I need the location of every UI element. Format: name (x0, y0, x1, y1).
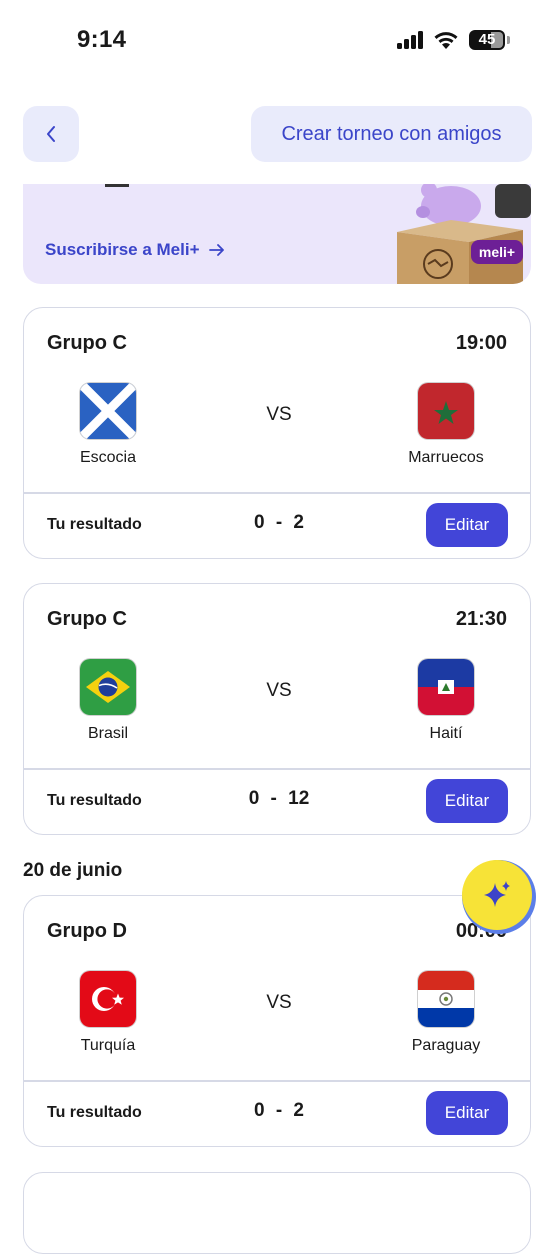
signal-icon (397, 31, 425, 49)
edit-prediction-button[interactable]: Editar (426, 503, 508, 547)
predicted-score: 0 - 12 (248, 788, 310, 809)
arrow-right-icon (208, 244, 224, 256)
haiti-flag-icon (418, 659, 474, 715)
promo-clipped-text (105, 184, 129, 187)
morocco-flag-icon (418, 383, 474, 439)
subscribe-meli-plus-link[interactable]: Suscribirse a Meli+ (45, 240, 226, 260)
match-group: Grupo C (47, 608, 127, 630)
wifi-icon (434, 32, 458, 49)
piggy-bank-box-illustration: meli+ (397, 184, 531, 284)
turkey-flag-icon (80, 971, 136, 1027)
card-divider (24, 1080, 530, 1082)
paraguay-flag-icon (418, 971, 474, 1027)
match-card: Grupo C 19:00 VS Escocia Marruecos Tu re… (23, 307, 531, 559)
subscribe-link-label: Suscribirse a Meli+ (45, 240, 200, 259)
sparkle-icon (484, 881, 510, 907)
versus-label: VS (266, 404, 292, 425)
match-group: Grupo D (47, 920, 127, 942)
match-card: Grupo C 21:30 VS Brasil Haití Tu resulta… (23, 583, 531, 835)
assistant-fab-button[interactable] (462, 860, 532, 930)
meli-plus-badge: meli+ (479, 244, 515, 260)
match-group: Grupo C (47, 332, 127, 354)
match-card-partial (23, 1172, 531, 1254)
versus-label: VS (266, 680, 292, 701)
date-heading: 20 de junio (23, 860, 123, 881)
brazil-flag-icon (80, 659, 136, 715)
versus-label: VS (266, 992, 292, 1013)
match-time: 19:00 (455, 332, 507, 354)
away-team-name: Paraguay (411, 1037, 481, 1054)
edit-prediction-button[interactable]: Editar (426, 1091, 508, 1135)
card-divider (24, 768, 530, 770)
battery-tip (507, 36, 510, 44)
your-result-label: Tu resultado (47, 1104, 142, 1121)
chevron-left-icon (47, 126, 55, 142)
card-divider (24, 492, 530, 494)
predicted-score: 0 - 2 (253, 1100, 305, 1121)
away-team-name: Haití (429, 725, 463, 742)
match-time: 21:30 (455, 608, 507, 630)
create-tournament-button[interactable]: Crear torneo con amigos (251, 106, 532, 162)
away-team-name: Marruecos (408, 449, 484, 466)
home-team-name: Escocia (79, 449, 137, 466)
meli-plus-promo-banner: Suscribirse a Meli+ meli+ (23, 184, 531, 284)
status-time: 9:14 (77, 26, 127, 53)
scotland-flag-icon (80, 383, 136, 439)
battery-icon: 45 (469, 30, 505, 50)
battery-level: 45 (478, 31, 496, 48)
status-bar: 9:14 45 (0, 0, 554, 80)
home-team-name: Turquía (80, 1037, 136, 1054)
home-team-name: Brasil (87, 725, 128, 742)
match-card: Grupo D 00:00 VS Turquía Paraguay Tu res… (23, 895, 531, 1147)
your-result-label: Tu resultado (47, 516, 142, 533)
back-button[interactable] (23, 106, 79, 162)
edit-prediction-button[interactable]: Editar (426, 779, 508, 823)
predicted-score: 0 - 2 (253, 512, 305, 533)
your-result-label: Tu resultado (47, 792, 142, 809)
